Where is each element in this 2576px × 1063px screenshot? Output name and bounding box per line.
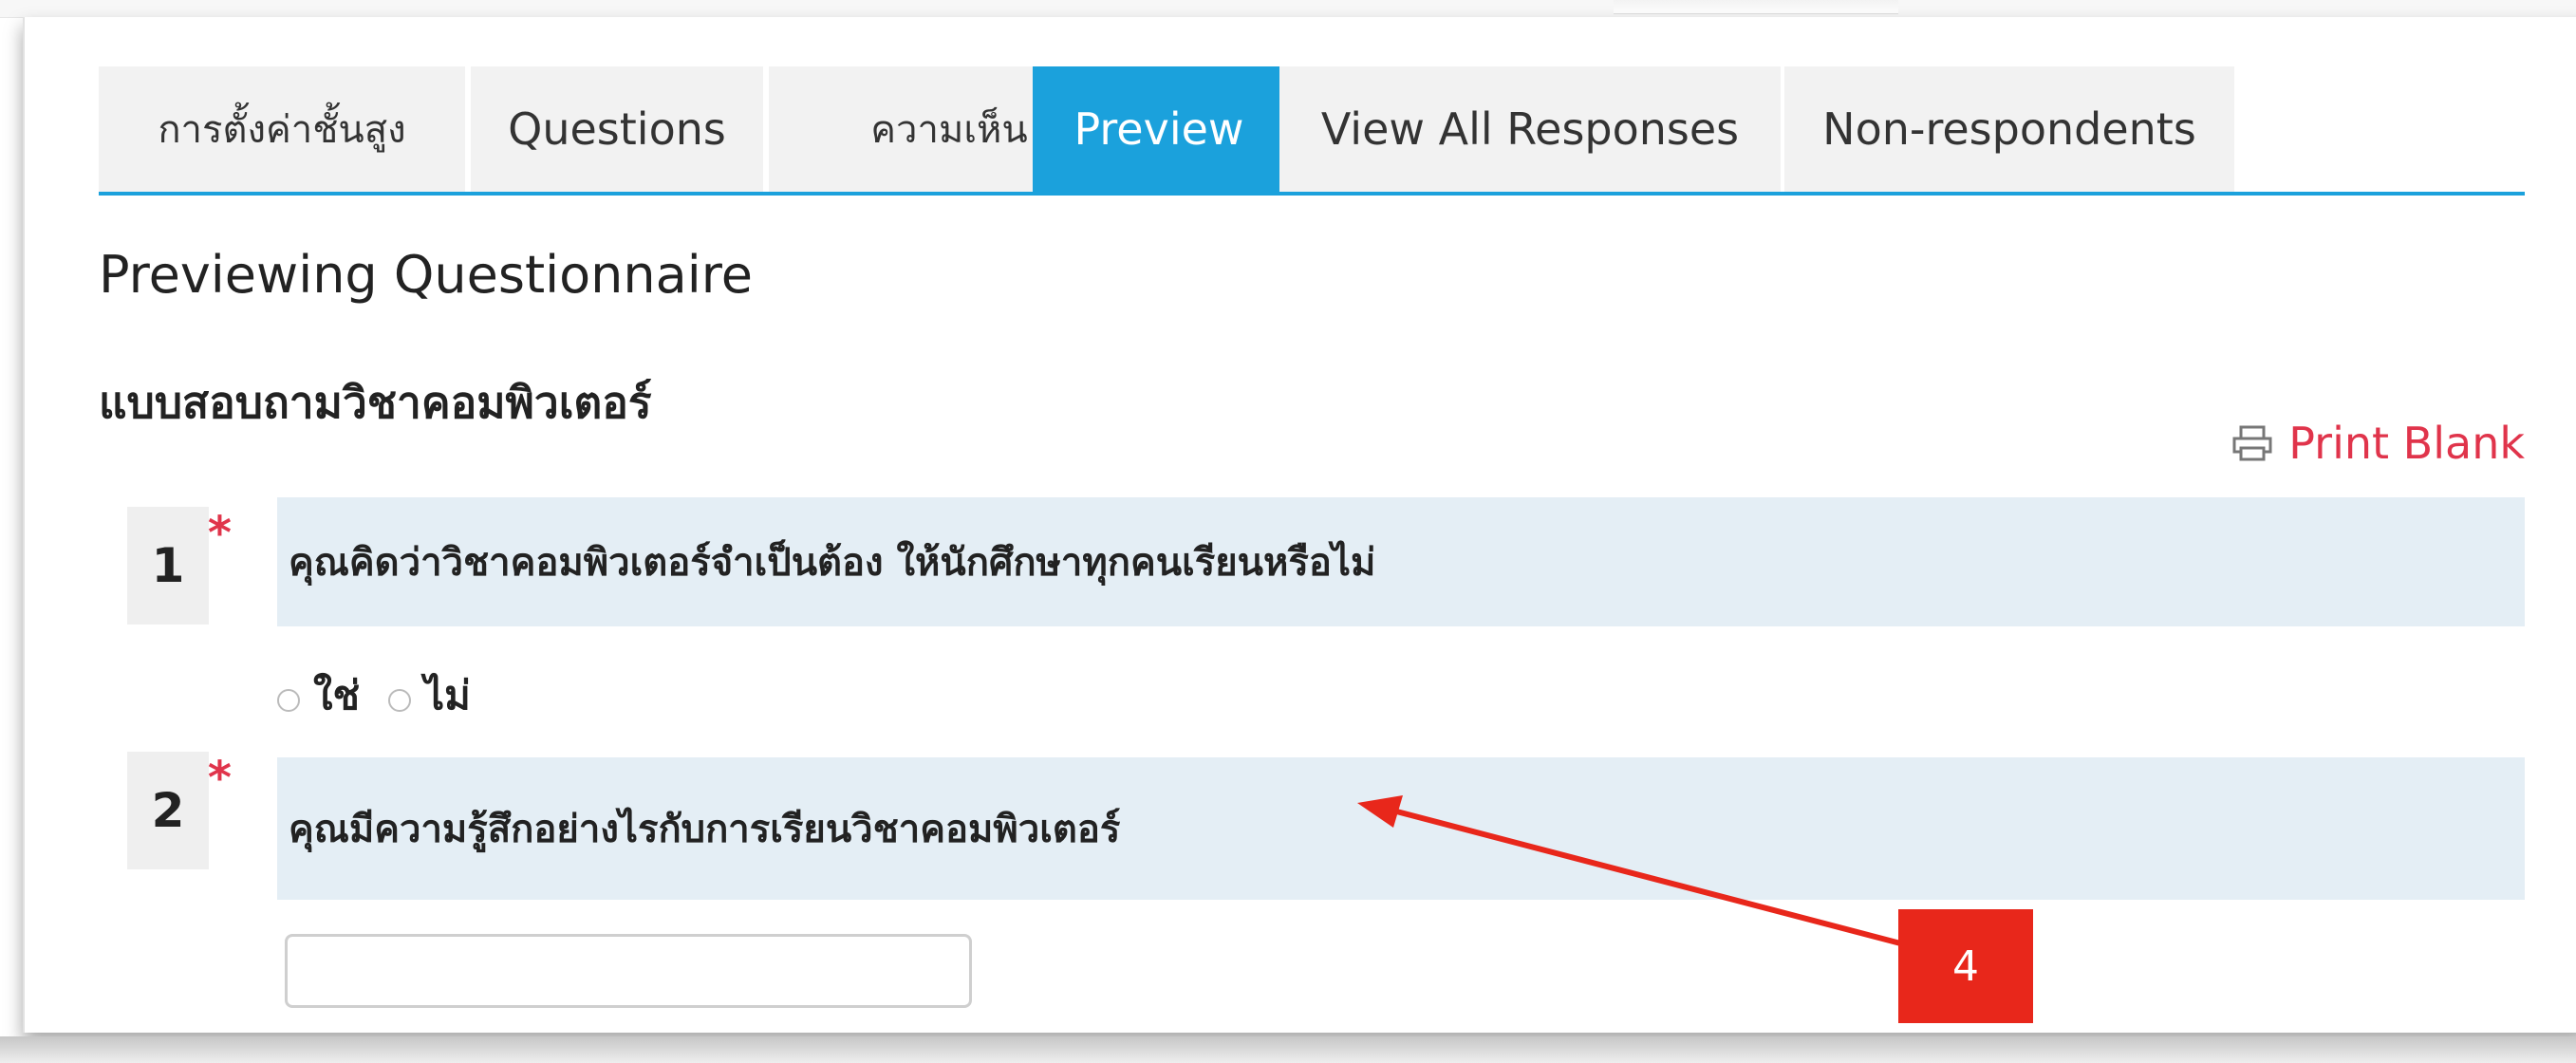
question-text-box: คุณมีความรู้สึกอย่างไรกับการเรียนวิชาคอม… — [277, 757, 2525, 900]
option-no-label: ไม่ — [424, 672, 471, 718]
page-title: Previewing Questionnaire — [99, 245, 753, 305]
print-blank-label: Print Blank — [2288, 418, 2525, 469]
tab-questions[interactable]: Questions — [471, 66, 763, 192]
question-number: 1 * — [127, 507, 232, 625]
radio-yes[interactable] — [277, 689, 300, 712]
tab-preview[interactable]: Preview — [1033, 66, 1285, 192]
question-text-box: คุณคิดว่าวิชาคอมพิวเตอร์จำเป็นต้อง ให้นั… — [277, 497, 2525, 626]
tab-advanced-settings[interactable]: การตั้งค่าชั้นสูง — [99, 66, 465, 192]
tab-view-all-responses[interactable]: View All Responses — [1279, 66, 1781, 192]
top-band — [0, 0, 2576, 18]
print-blank-link[interactable]: Print Blank — [2231, 418, 2525, 469]
bottom-shadow — [0, 1036, 2576, 1063]
question-number-text: 1 — [151, 538, 185, 593]
window-notch — [1614, 0, 1898, 14]
answer-options: ใช่ ไม่ — [277, 664, 499, 727]
answer-text-input[interactable] — [285, 934, 972, 1008]
annotation-callout: 4 — [1898, 909, 2033, 1023]
radio-no[interactable] — [388, 689, 412, 712]
option-yes[interactable]: ใช่ — [277, 664, 360, 727]
required-marker: * — [207, 507, 232, 560]
question-text: คุณคิดว่าวิชาคอมพิวเตอร์จำเป็นต้อง ให้นั… — [289, 541, 1376, 585]
question-text: คุณมีความรู้สึกอย่างไรกับการเรียนวิชาคอม… — [289, 808, 1121, 851]
printer-icon — [2232, 425, 2272, 461]
questionnaire-title: แบบสอบถามวิชาคอมพิวเตอร์ — [99, 377, 652, 428]
question-number: 2 * — [127, 752, 232, 869]
tab-bar: การตั้งค่าชั้นสูง Questions ความเห็น Pre… — [99, 66, 2525, 196]
option-no[interactable]: ไม่ — [388, 664, 471, 727]
option-yes-label: ใช่ — [313, 672, 361, 718]
tab-non-respondents[interactable]: Non-respondents — [1784, 66, 2234, 192]
question-number-text: 2 — [151, 783, 185, 838]
required-marker: * — [207, 752, 232, 805]
